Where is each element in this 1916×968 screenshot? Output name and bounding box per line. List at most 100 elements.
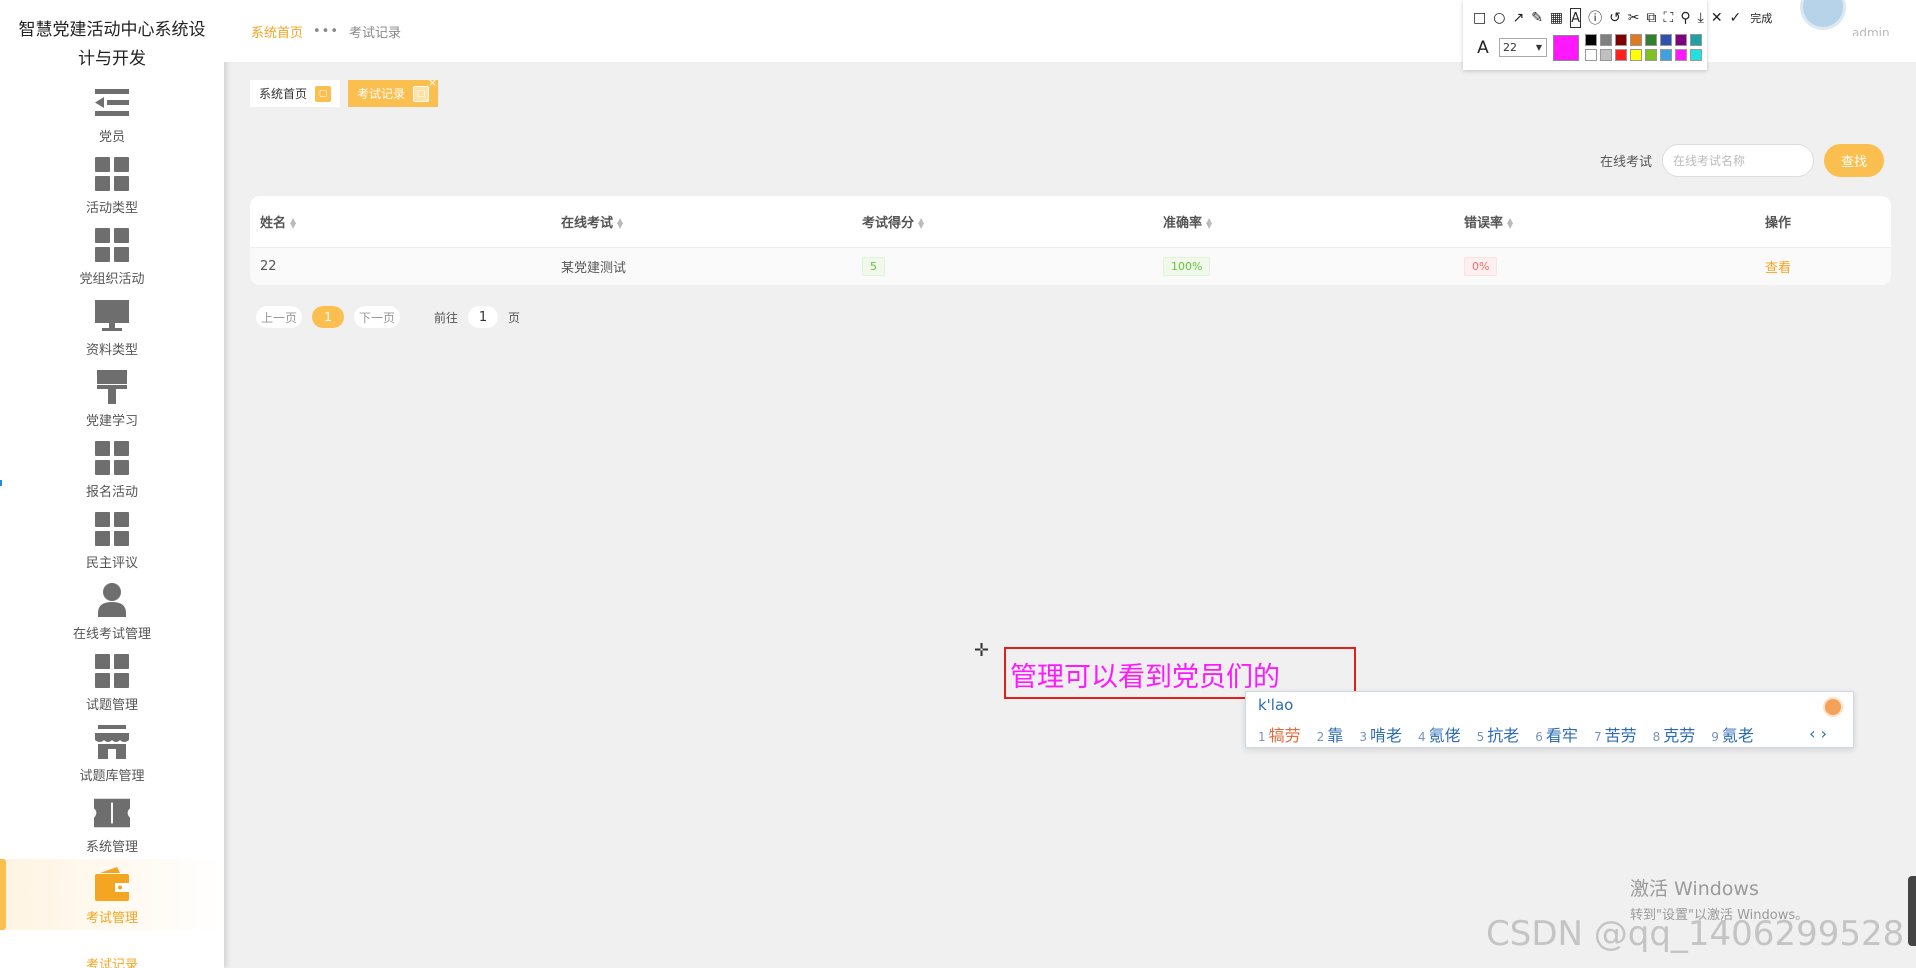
sidebar-item-members[interactable]: 党员 [0, 78, 224, 149]
sidebar-item-label: 在线考试管理 [72, 627, 151, 642]
goto-page-input[interactable]: 1 [468, 306, 499, 328]
breadcrumb-home[interactable]: 系统首页 [251, 22, 303, 41]
search-input[interactable] [1662, 144, 1814, 177]
ime-logo-icon[interactable] [1823, 697, 1843, 717]
ime-candidate[interactable]: 6 看牢 [1535, 722, 1578, 746]
column-header-exam[interactable]: 在线考试 ▲ ▼ [551, 196, 852, 248]
ime-candidate[interactable]: 1 犒劳 [1258, 722, 1301, 746]
breadcrumb-separator: ••• [313, 24, 340, 39]
sidebar-item-org-activities[interactable]: 党组织活动 [0, 220, 224, 291]
pin-scissor-icon[interactable]: ✂ [1628, 8, 1640, 28]
mosaic-tool-icon[interactable]: ▦ [1550, 8, 1563, 28]
sidebar-item-democratic-review[interactable]: 民主评议 [0, 504, 224, 575]
color-swatch[interactable] [1630, 34, 1642, 46]
search-button[interactable]: 查找 [1824, 144, 1884, 177]
color-swatch[interactable] [1675, 34, 1687, 46]
sidebar-item-label: 系统管理 [85, 840, 138, 855]
sidebar-item-exam-management[interactable]: 考试管理 [0, 859, 224, 930]
ime-candidate[interactable]: 2靠 [1317, 722, 1344, 746]
scrollbar-handle[interactable] [1908, 876, 1916, 946]
view-button[interactable]: 查看 [1765, 261, 1791, 276]
font-size-icon: A [1477, 37, 1489, 58]
sidebar-item-activity-types[interactable]: 活动类型 [0, 149, 224, 220]
breadcrumb-current: 考试记录 [349, 26, 402, 41]
next-page-button[interactable]: 下一页 [354, 306, 401, 328]
current-color-swatch[interactable] [1553, 34, 1579, 61]
system-title: 智慧党建活动中心系统设计与开发 [18, 20, 206, 69]
color-swatch[interactable] [1600, 49, 1612, 61]
sidebar-item-party-study[interactable]: 党建学习 [0, 362, 224, 433]
color-swatch[interactable] [1585, 49, 1597, 61]
column-header-score[interactable]: 考试得分 ▲ ▼ [852, 196, 1153, 248]
sidebar-item-material-types[interactable]: 资料类型 [0, 291, 224, 362]
ime-candidate[interactable]: 9 氪老 [1711, 722, 1754, 746]
fullscreen-icon[interactable]: ⛶ [1664, 8, 1674, 28]
sidebar-item-label: 试题库管理 [79, 769, 145, 784]
ime-candidate[interactable]: 8 克劳 [1653, 722, 1696, 746]
ime-page-nav[interactable]: ‹ › [1809, 724, 1827, 743]
number-tool-icon[interactable]: ⓘ [1588, 8, 1602, 28]
ticket-icon [94, 795, 130, 831]
color-swatch[interactable] [1690, 34, 1702, 46]
arrow-tool-icon[interactable]: ↗ [1512, 8, 1524, 28]
sort-icon[interactable]: ▲ ▼ [1206, 217, 1212, 230]
check-icon[interactable]: ✓ [1730, 8, 1742, 28]
ellipse-tool-icon[interactable]: ○ [1493, 8, 1505, 28]
tab-home[interactable]: 系统首页 ▢ [250, 80, 341, 107]
wallet-icon [94, 866, 130, 902]
ime-candidate[interactable]: 3 啃老 [1359, 722, 1402, 746]
sort-icon[interactable]: ▲ ▼ [617, 217, 623, 230]
sidebar-item-question-management[interactable]: 试题管理 [0, 646, 224, 717]
prev-page-button[interactable]: 上一页 [256, 306, 303, 328]
sort-icon[interactable]: ▲ ▼ [1507, 217, 1513, 230]
ime-candidate[interactable]: 7 苦劳 [1594, 722, 1637, 746]
pen-tool-icon[interactable]: ✎ [1531, 8, 1543, 28]
rectangle-tool-icon[interactable]: □ [1473, 8, 1486, 28]
ime-candidate[interactable]: 4 氪佬 [1418, 722, 1461, 746]
color-swatch[interactable] [1690, 49, 1702, 61]
done-button[interactable]: 完成 [1750, 10, 1772, 26]
color-swatch[interactable] [1630, 49, 1642, 61]
close-icon[interactable]: ✕ [1711, 8, 1723, 28]
color-swatch[interactable] [1675, 49, 1687, 61]
color-swatch[interactable] [1600, 34, 1612, 46]
color-swatch[interactable] [1615, 49, 1627, 61]
user-icon [94, 582, 130, 618]
copy-icon[interactable]: ⧉ [1647, 8, 1657, 28]
color-swatch[interactable] [1660, 34, 1672, 46]
color-swatch[interactable] [1585, 34, 1597, 46]
font-size-select[interactable]: 22 ▼ [1499, 38, 1547, 57]
sort-icon[interactable]: ▲ ▼ [290, 217, 296, 230]
column-header-name[interactable]: 姓名 ▲ ▼ [250, 196, 551, 248]
text-tool-icon[interactable]: A [1570, 8, 1582, 28]
color-swatch[interactable] [1645, 49, 1657, 61]
sidebar-item-online-exam-management[interactable]: 在线考试管理 [0, 575, 224, 646]
accuracy-badge: 100% [1163, 256, 1211, 276]
column-header-accuracy[interactable]: 准确率 ▲ ▼ [1153, 196, 1454, 248]
sidebar-item-system-management[interactable]: 系统管理 [0, 788, 224, 859]
sidebar-item-signup-activities[interactable]: 报名活动 [0, 433, 224, 504]
brush-icon [94, 369, 130, 405]
csdn-watermark: CSDN @qq_1406299528 [1486, 914, 1905, 954]
color-swatch[interactable] [1645, 34, 1657, 46]
breadcrumb: 系统首页 ••• 考试记录 [251, 22, 401, 41]
sidebar-subitem-exam-records[interactable]: 考试记录 [0, 954, 224, 968]
color-swatch[interactable] [1615, 34, 1627, 46]
page-number-current[interactable]: 1 [312, 306, 345, 328]
sidebar-item-label: 试题管理 [85, 698, 138, 713]
column-header-error-rate[interactable]: 错误率 ▲ ▼ [1454, 196, 1755, 248]
undo-icon[interactable]: ↺ [1609, 8, 1621, 28]
close-icon[interactable]: × [428, 76, 437, 89]
error-rate-badge: 0% [1464, 256, 1498, 276]
sidebar-item-question-bank-management[interactable]: 试题库管理 [0, 717, 224, 788]
ime-composition: k'lao [1258, 696, 1294, 714]
pin-icon[interactable]: ⚲ [1680, 8, 1690, 28]
download-icon[interactable]: ⤓ [1698, 8, 1704, 28]
ime-candidate[interactable]: 5 抗老 [1477, 722, 1520, 746]
tab-exam-records[interactable]: 考试记录 ▢ × [348, 76, 439, 107]
grid-icon [94, 653, 130, 689]
cell-error-rate: 0% [1454, 247, 1755, 285]
color-swatch[interactable] [1660, 49, 1672, 61]
tab-page-icon: ▢ [315, 85, 332, 102]
sort-icon[interactable]: ▲ ▼ [918, 217, 924, 230]
